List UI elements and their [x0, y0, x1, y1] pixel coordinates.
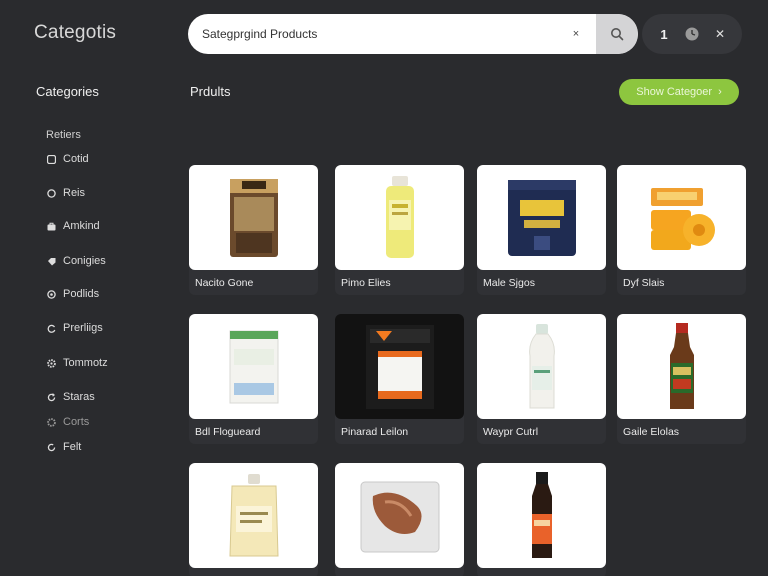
- close-icon[interactable]: ✕: [709, 23, 731, 45]
- tag-icon: [46, 256, 56, 266]
- product-name: Dyf Slais: [623, 277, 665, 289]
- sidebar-item-label: Felt: [63, 441, 82, 453]
- product-image-white-box: [189, 314, 318, 419]
- sidebar-item-conigies[interactable]: Conigies: [46, 255, 106, 267]
- show-category-label: Show Categoer: [636, 86, 713, 98]
- product-image-white-bottle: [477, 314, 606, 419]
- refresh-icon: [46, 442, 56, 452]
- product-card[interactable]: Pinarad Leilon: [335, 314, 464, 444]
- clock-icon[interactable]: [681, 23, 703, 45]
- product-image-brown-pouch: [189, 165, 318, 270]
- sidebar-item-staras[interactable]: Staras: [46, 391, 95, 403]
- sidebar-item-podlids[interactable]: Podlids: [46, 288, 99, 300]
- search-input[interactable]: [188, 27, 564, 41]
- app-title: Categotis: [34, 22, 117, 43]
- sidebar-item-label: Staras: [63, 391, 95, 403]
- sidebar-item-label: Reis: [63, 187, 86, 199]
- product-card[interactable]: Dyf Slais: [617, 165, 746, 295]
- product-image-dark-bottle: [477, 463, 606, 568]
- product-card[interactable]: [335, 463, 464, 576]
- bag-icon: [46, 221, 56, 231]
- product-image-black-box: [335, 314, 464, 419]
- product-card[interactable]: Waypr Cutrl: [477, 314, 606, 444]
- product-image-navy-bag: [477, 165, 606, 270]
- clear-search-button[interactable]: ×: [564, 28, 588, 40]
- search-button[interactable]: [596, 14, 638, 54]
- sidebar-item-amkind[interactable]: Amkind: [46, 220, 100, 232]
- chevron-right-icon: ›: [718, 86, 722, 98]
- products-heading: Prdults: [190, 84, 231, 99]
- product-card[interactable]: Nacito Gone: [189, 165, 318, 295]
- sidebar-item-label: Prerliigs: [63, 322, 103, 334]
- circle-icon: [46, 188, 56, 198]
- info-label: 1: [660, 26, 668, 42]
- product-name: Gaile Elolas: [623, 426, 680, 438]
- product-image-clear-pouch: [189, 463, 318, 568]
- product-card[interactable]: [477, 463, 606, 576]
- product-card[interactable]: Gaile Elolas: [617, 314, 746, 444]
- product-card[interactable]: Bdl Flogueard: [189, 314, 318, 444]
- sidebar-item-label: Amkind: [63, 220, 100, 232]
- sidebar-heading: Categories: [36, 84, 99, 99]
- sidebar-item-felt[interactable]: Felt: [46, 441, 81, 453]
- product-card[interactable]: [189, 463, 318, 576]
- info-icon[interactable]: 1: [653, 23, 675, 45]
- close-label: ✕: [714, 27, 726, 41]
- sidebar-item-reis[interactable]: Reis: [46, 187, 85, 199]
- product-name: Pimo Elies: [341, 277, 391, 289]
- search-bar[interactable]: ×: [188, 14, 638, 54]
- show-category-button[interactable]: Show Categoer ›: [619, 79, 739, 105]
- sidebar-item-cotid[interactable]: Cotid: [46, 153, 89, 165]
- sidebar-item-label: Tommotz: [63, 357, 108, 369]
- sidebar-item-label: Podlids: [63, 288, 100, 300]
- refresh-icon: [46, 392, 56, 402]
- product-card[interactable]: Pimo Elies: [335, 165, 464, 295]
- sidebar-item-label: Conigies: [63, 255, 106, 267]
- sidebar-item-tommotz[interactable]: Tommotz: [46, 357, 108, 369]
- product-card[interactable]: Male Sjgos: [477, 165, 606, 295]
- sidebar-item-label: Corts: [63, 416, 90, 428]
- product-name: Pinarad Leilon: [341, 426, 409, 438]
- gear-icon: [46, 417, 56, 427]
- gear-icon: [46, 358, 56, 368]
- sidebar-item-corts[interactable]: Corts: [46, 416, 89, 428]
- product-name: Waypr Cutrl: [483, 426, 539, 438]
- loop-icon: [46, 323, 56, 333]
- product-image-sauce-bottle: [617, 314, 746, 419]
- sidebar-subheading: Retiers: [46, 129, 81, 141]
- circle-icon: [46, 289, 56, 299]
- product-name: Nacito Gone: [195, 277, 254, 289]
- product-name: Bdl Flogueard: [195, 426, 261, 438]
- square-icon: [46, 154, 56, 164]
- sidebar-item-prerliigs[interactable]: Prerliigs: [46, 322, 103, 334]
- product-image-yellow-bottle: [335, 165, 464, 270]
- product-image-orange-rolls: [617, 165, 746, 270]
- sidebar-item-label: Cotid: [63, 153, 89, 165]
- toolbar: 1 ✕: [642, 14, 742, 54]
- app-window: Categotis × 1 ✕ Categories Retiers: [0, 0, 768, 576]
- product-image-wrapped-pack: [335, 463, 464, 568]
- product-name: Male Sjgos: [483, 277, 535, 289]
- search-icon: [611, 28, 624, 41]
